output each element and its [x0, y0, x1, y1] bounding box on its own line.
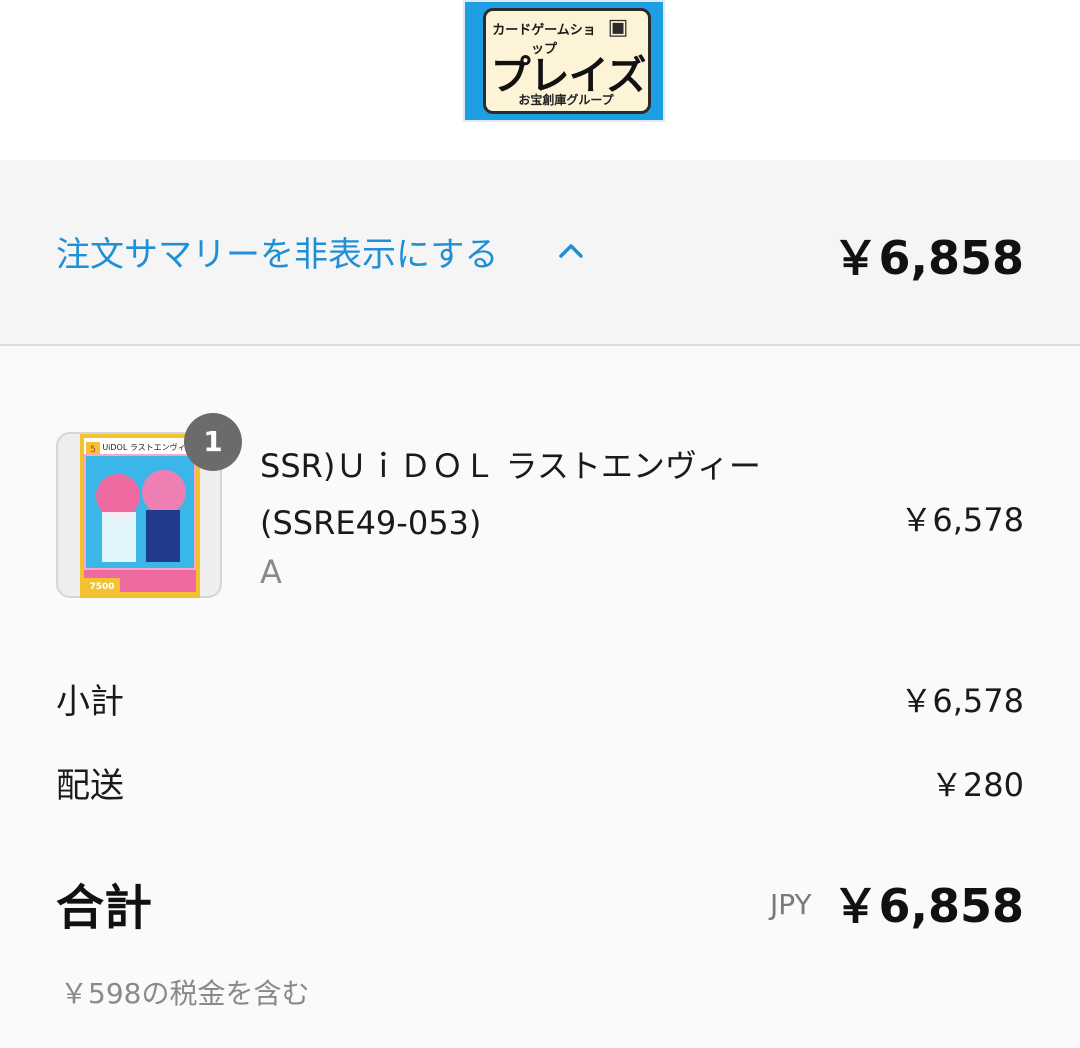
- logo-sub-text: お宝創庫グループ: [518, 93, 614, 107]
- chevron-up-icon[interactable]: [556, 236, 586, 266]
- total-value: ￥6,858: [832, 879, 1024, 933]
- subtotal-label: 小計: [56, 682, 124, 722]
- product-name: SSR)ＵｉＤＯＬ ラストエンヴィー (SSRE49-053): [260, 438, 850, 552]
- header: カードゲームショップ ▣ プレイズ お宝創庫グループ: [0, 0, 1080, 160]
- card-cost: 5: [90, 445, 96, 455]
- card-image: 5 UiDOL ラストエンヴィー 7500: [80, 434, 200, 598]
- card-title: UiDOL ラストエンヴィー: [102, 442, 193, 452]
- tax-note: ￥598の税金を含む: [60, 977, 310, 1010]
- order-summary-toggle-label[interactable]: 注文サマリーを非表示にする: [56, 227, 498, 276]
- quantity-badge: 1: [184, 413, 242, 471]
- shipping-value: ￥280: [930, 766, 1024, 804]
- card-power: 7500: [89, 582, 114, 592]
- product-name-line2: (SSRE49-053): [260, 504, 482, 542]
- shipping-label: 配送: [56, 766, 124, 806]
- logo-badge: カードゲームショップ ▣ プレイズ お宝創庫グループ: [483, 8, 651, 114]
- currency-code: JPY: [770, 888, 812, 921]
- order-summary-total: ￥6,858: [832, 231, 1024, 285]
- subtotal-value: ￥6,578: [900, 682, 1024, 720]
- shop-logo[interactable]: カードゲームショップ ▣ プレイズ お宝創庫グループ: [463, 0, 665, 122]
- product-name-line1: SSR)ＵｉＤＯＬ ラストエンヴィー: [260, 447, 761, 485]
- total-label: 合計: [56, 880, 153, 936]
- product-price: ￥6,578: [900, 501, 1024, 539]
- product-variant: A: [260, 553, 282, 591]
- mascot-icon: ▣: [607, 15, 629, 40]
